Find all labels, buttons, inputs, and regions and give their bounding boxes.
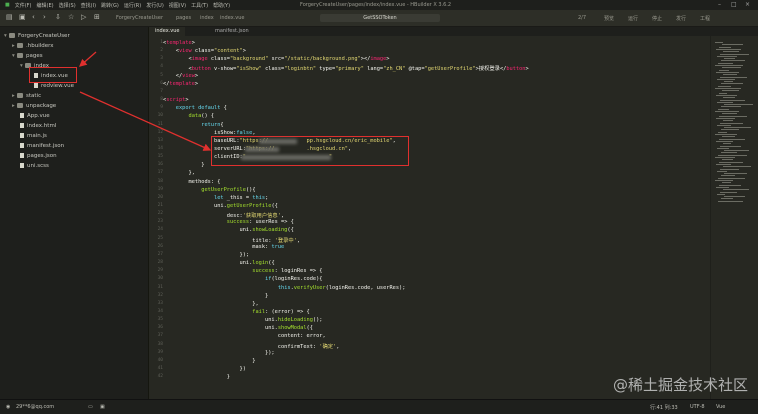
user-icon: ◉ [6,404,11,410]
annotation-arrow-file [79,51,97,67]
watermark: @稀土掘金技术社区 [612,376,748,394]
annotation-arrow-code [79,91,212,151]
account-label[interactable]: 29**6@qq.com [16,404,54,410]
console-icon[interactable]: ▭ [88,404,93,410]
cursor-position: 行:41 列:33 [650,405,678,411]
status-bar: ◉ 29**6@qq.com ▭ ▣ 行:41 列:33 UTF-8 Vue [0,399,758,414]
encoding-label[interactable]: UTF-8 [690,404,705,410]
annotation-arrows [79,51,212,151]
terminal-icon[interactable]: ▣ [100,404,105,410]
language-label[interactable]: Vue [716,404,725,410]
